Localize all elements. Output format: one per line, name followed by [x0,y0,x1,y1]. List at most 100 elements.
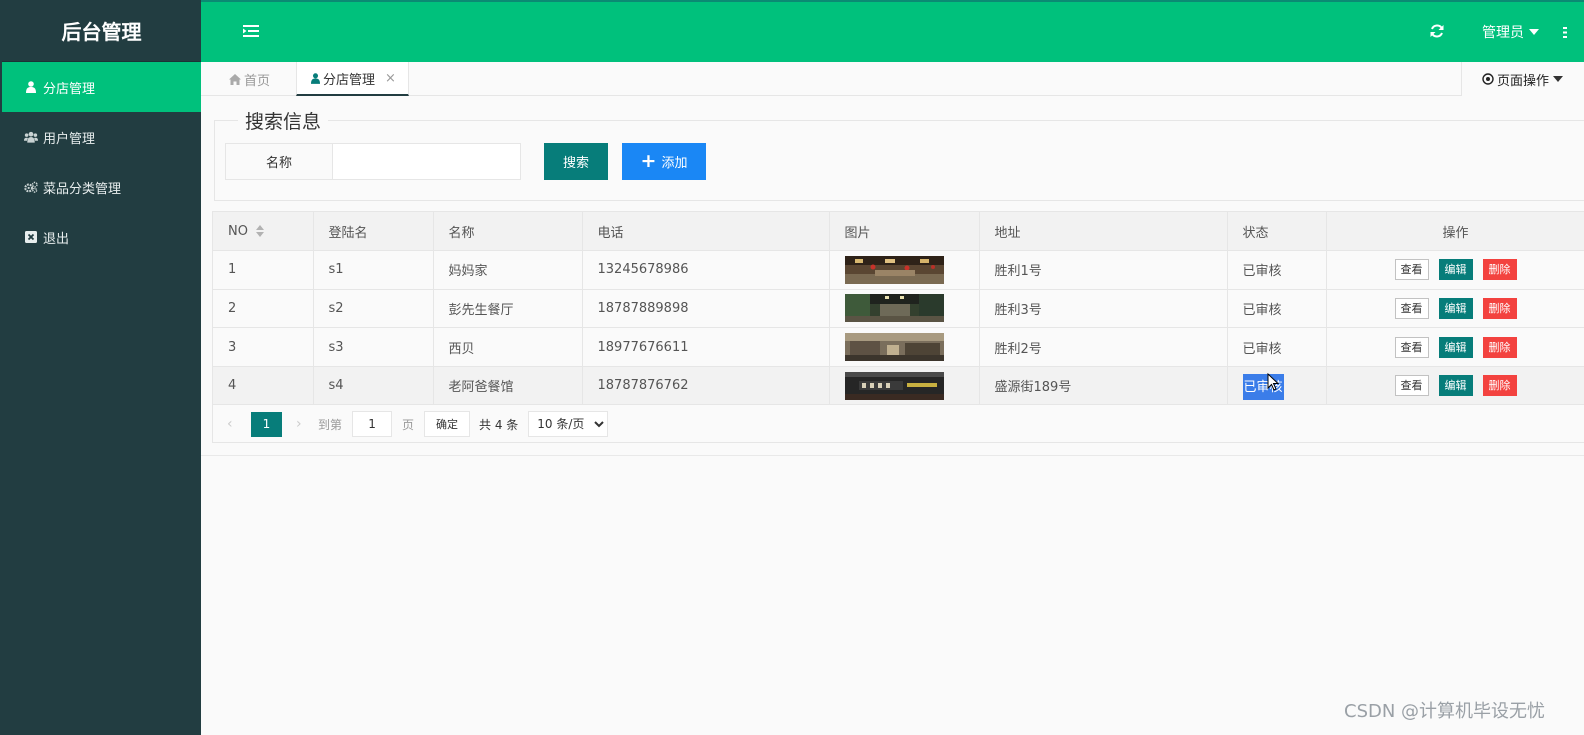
goto-confirm-button[interactable]: 确定 [424,411,471,437]
tab-bar: 首页 分店管理 × 页面操作 [201,62,1584,96]
table-header-row: NO 登陆名 名称 电话 图片 地址 状态 操作 [213,212,1584,252]
edit-button[interactable]: 编辑 [1438,375,1473,397]
tab-branch-management[interactable]: 分店管理 × [296,62,409,96]
mouse-cursor-icon [1267,373,1279,391]
sidebar-item-label: 分店管理 [43,81,96,97]
goto-page-input[interactable] [352,411,393,437]
cell-actions: 查看 编辑 删除 [1326,366,1584,406]
current-page-button[interactable]: 1 [251,411,282,437]
tab-home-label: 首页 [244,73,271,89]
cell-actions: 查看 编辑 删除 [1326,327,1584,367]
delete-button[interactable]: 删除 [1482,336,1517,358]
menu-toggle-icon[interactable] [243,24,259,38]
sidebar-item-user-management[interactable]: 用户管理 [2,112,201,162]
view-button[interactable]: 查看 [1394,259,1429,281]
name-search-input[interactable] [333,143,521,180]
app-logo-title: 后台管理 [2,0,201,62]
view-button[interactable]: 查看 [1394,375,1429,397]
restaurant-photo-thumbnail[interactable] [844,255,944,284]
column-header-status: 状态 [1227,212,1327,252]
target-icon [1482,73,1494,85]
cell-phone: 18787889898 [582,289,830,329]
home-icon [229,73,241,85]
close-tab-icon[interactable]: × [385,71,396,86]
cell-status: 已审核 [1227,289,1327,329]
cell-name: 彭先生餐厅 [433,289,583,329]
edit-button[interactable]: 编辑 [1438,336,1473,358]
table-row: 4 s4 老阿爸餐馆 18787876762 盛源街189号 已审核 查看 编辑… [213,366,1584,406]
page-size-select[interactable]: 10 条/页 [528,411,609,437]
column-header-image: 图片 [829,212,980,252]
admin-user-menu[interactable]: 管理员 [1482,22,1539,42]
search-button[interactable]: 搜索 [544,143,608,180]
column-header-no[interactable]: NO [213,212,314,252]
add-button[interactable]: + 添加 [622,143,706,180]
cell-status: 已审核 [1227,327,1327,367]
cell-login: s1 [313,250,434,290]
prev-page-icon[interactable]: ‹ [227,416,239,432]
view-button[interactable]: 查看 [1394,336,1429,358]
user-icon [24,81,38,93]
cell-image [829,327,980,367]
more-vertical-icon[interactable] [1563,26,1569,40]
content-divider [201,455,1584,456]
close-box-icon [24,231,38,243]
cell-image [829,250,980,290]
cell-image [829,289,980,329]
delete-button[interactable]: 删除 [1482,375,1517,397]
sidebar-item-label: 用户管理 [43,131,96,147]
sort-icon[interactable] [255,225,265,238]
chevron-down-icon [1529,29,1539,35]
cell-no: 2 [213,289,314,329]
search-legend: 搜索信息 [238,107,329,134]
users-icon [24,131,38,143]
cell-image [829,366,980,406]
cell-no: 1 [213,250,314,290]
column-header-login: 登陆名 [313,212,434,252]
cogs-icon [24,181,38,193]
pagination: ‹ 1 › 到第 页 确定 共 4 条 10 条/页 [213,405,1584,443]
cell-name: 妈妈家 [433,250,583,290]
restaurant-photo-thumbnail[interactable] [844,371,944,400]
table-row: 1 s1 妈妈家 13245678986 胜利1号 已审核 查看 编辑 删除 [213,250,1584,290]
column-header-address: 地址 [979,212,1228,252]
edit-button[interactable]: 编辑 [1438,259,1473,281]
cell-no: 3 [213,327,314,367]
refresh-icon[interactable] [1429,23,1445,39]
cell-no: 4 [213,366,314,406]
column-header-name: 名称 [433,212,583,252]
edit-button[interactable]: 编辑 [1438,297,1473,319]
cell-phone: 18787876762 [582,366,830,406]
page-ops-label: 页面操作 [1497,73,1550,89]
admin-label: 管理员 [1482,25,1524,41]
sidebar-item-dish-category-management[interactable]: 菜品分类管理 [2,162,201,212]
watermark-text: CSDN @计算机毕设无忧 [1344,701,1546,722]
table-row: 3 s3 西贝 18977676611 胜利2号 已审核 查看 编辑 删除 [213,327,1584,367]
cell-login: s4 [313,366,434,406]
cell-address: 胜利2号 [979,327,1228,367]
name-field-label: 名称 [225,143,333,180]
cell-actions: 查看 编辑 删除 [1326,289,1584,329]
tab-home[interactable]: 首页 [229,62,270,96]
next-page-icon[interactable]: › [296,416,308,432]
cell-name: 老阿爸餐馆 [433,366,583,406]
view-button[interactable]: 查看 [1394,297,1429,319]
sidebar-item-branch-management[interactable]: 分店管理 [2,62,201,112]
page-operations-menu[interactable]: 页面操作 [1461,62,1584,96]
tab-branch-label: 分店管理 [323,72,376,88]
page-suffix-label: 页 [402,417,415,432]
cell-address: 胜利3号 [979,289,1228,329]
sidebar: 后台管理 分店管理 用户管理 菜品分类管理 退出 [0,0,201,735]
plus-icon: + [640,150,657,172]
cell-actions: 查看 编辑 删除 [1326,250,1584,290]
add-button-label: 添加 [661,156,688,171]
cell-login: s3 [313,327,434,367]
restaurant-photo-thumbnail[interactable] [844,294,944,323]
chevron-down-icon [1553,76,1564,82]
delete-button[interactable]: 删除 [1482,259,1517,281]
delete-button[interactable]: 删除 [1482,297,1517,319]
top-header: 管理员 [201,0,1584,62]
table-row: 2 s2 彭先生餐厅 18787889898 胜利3号 已审核 查看 编辑 删除 [213,289,1584,329]
restaurant-photo-thumbnail[interactable] [844,333,944,362]
sidebar-item-logout[interactable]: 退出 [2,212,201,262]
